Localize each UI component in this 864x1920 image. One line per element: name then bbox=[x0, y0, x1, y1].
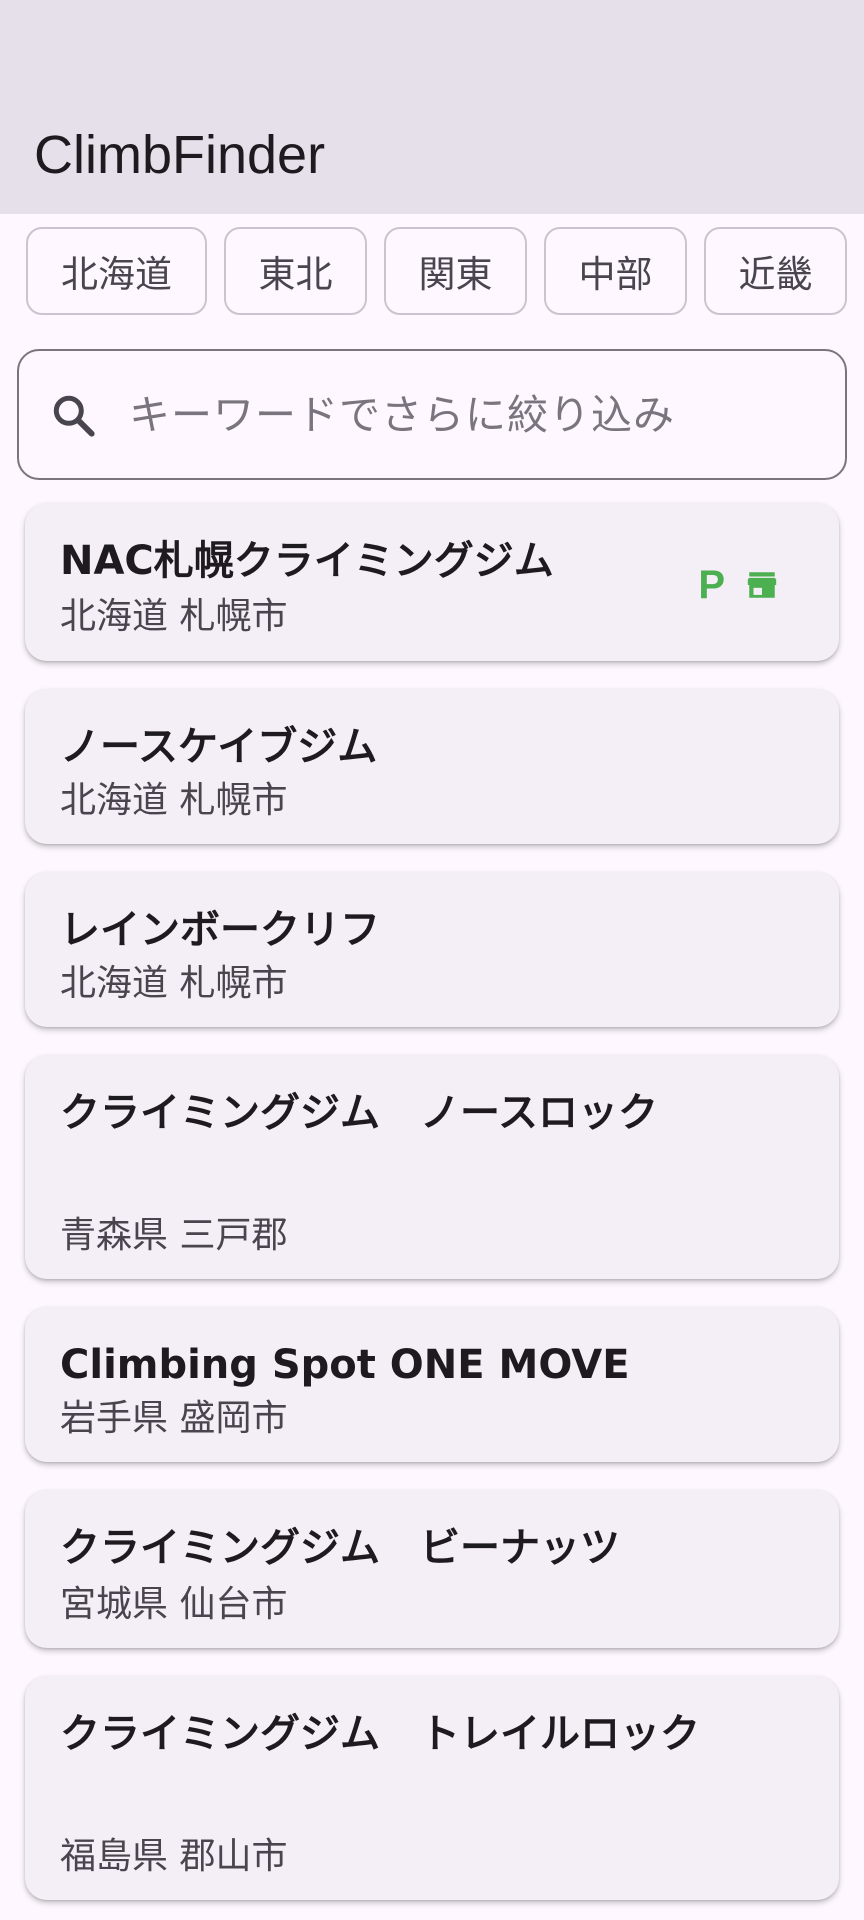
gym-name: クライミングジム ノースロック bbox=[60, 1090, 658, 1136]
gym-name: クライミングジム トレイルロック bbox=[60, 1711, 700, 1757]
gym-card[interactable]: ノースケイブジム 北海道 札幌市 bbox=[25, 689, 839, 844]
chip-kanto[interactable]: 関東 bbox=[384, 227, 527, 315]
parking-icon: P bbox=[698, 563, 725, 607]
region-filter-chips: 北海道 東北 関東 中部 近畿 bbox=[26, 227, 864, 319]
chip-chubu[interactable]: 中部 bbox=[544, 227, 687, 315]
gym-name: Climbing Spot ONE MOVE bbox=[60, 1342, 630, 1388]
gym-card[interactable]: クライミングジム ビーナッツ 宮城県 仙台市 bbox=[25, 1490, 839, 1648]
gym-name: レインボークリフ bbox=[60, 907, 380, 953]
gym-location: 岩手県 盛岡市 bbox=[60, 1398, 288, 1439]
chip-kinki[interactable]: 近畿 bbox=[704, 227, 847, 315]
app-title: ClimbFinder bbox=[34, 125, 326, 185]
store-icon bbox=[747, 572, 777, 598]
gym-card[interactable]: NAC札幌クライミングジム 北海道 札幌市 P bbox=[25, 503, 839, 661]
gym-location: 宮城県 仙台市 bbox=[60, 1584, 288, 1625]
gym-location: 福島県 郡山市 bbox=[60, 1836, 288, 1877]
gym-card[interactable]: Climbing Spot ONE MOVE 岩手県 盛岡市 bbox=[25, 1307, 839, 1462]
facility-icons: P bbox=[698, 563, 779, 607]
gym-card[interactable]: レインボークリフ 北海道 札幌市 bbox=[25, 872, 839, 1027]
gym-name: ノースケイブジム bbox=[60, 724, 378, 770]
gym-card[interactable]: クライミングジム トレイルロック 福島県 郡山市 bbox=[25, 1676, 839, 1900]
gym-name: クライミングジム ビーナッツ bbox=[60, 1525, 620, 1571]
chip-hokkaido[interactable]: 北海道 bbox=[26, 227, 207, 315]
gym-location: 北海道 札幌市 bbox=[60, 963, 288, 1004]
search-icon bbox=[53, 395, 95, 437]
search-placeholder: キーワードでさらに絞り込み bbox=[129, 391, 675, 439]
gym-location: 北海道 札幌市 bbox=[60, 780, 288, 821]
top-app-bar: ClimbFinder bbox=[0, 0, 864, 214]
chip-tohoku[interactable]: 東北 bbox=[224, 227, 367, 315]
keyword-search-field[interactable]: キーワードでさらに絞り込み bbox=[17, 349, 847, 480]
gym-location: 北海道 札幌市 bbox=[60, 596, 288, 637]
gym-card[interactable]: クライミングジム ノースロック 青森県 三戸郡 bbox=[25, 1055, 839, 1279]
gym-name: NAC札幌クライミングジム bbox=[60, 538, 554, 584]
gym-location: 青森県 三戸郡 bbox=[60, 1215, 288, 1256]
